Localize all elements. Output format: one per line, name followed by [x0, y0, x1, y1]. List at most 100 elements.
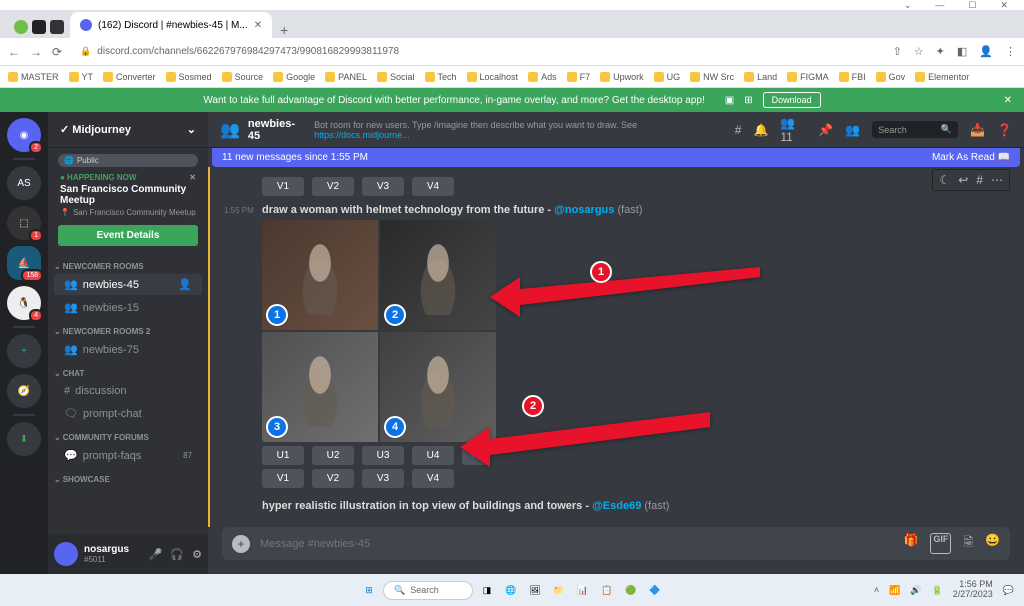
channel-prompt-faqs[interactable]: 💬 prompt-faqs87: [54, 445, 202, 466]
home-guild[interactable]: ◉2: [7, 118, 41, 152]
bookmark-item[interactable]: Converter: [103, 72, 156, 82]
v4-button[interactable]: V4: [412, 177, 454, 196]
close-tab-icon[interactable]: ✕: [254, 20, 262, 31]
more-icon[interactable]: ⋯: [991, 173, 1003, 187]
guild-icon-midjourney[interactable]: ⛵158: [7, 246, 41, 280]
task-view[interactable]: ◨: [477, 580, 497, 600]
bookmark-item[interactable]: Google: [273, 72, 315, 82]
app-icon[interactable]: 📊: [573, 580, 593, 600]
gif-icon[interactable]: GIF: [930, 533, 951, 554]
app-icon[interactable]: 🔷: [645, 580, 665, 600]
u2-button[interactable]: U2: [312, 446, 354, 465]
bookmark-item[interactable]: Elementor: [915, 72, 969, 82]
event-details-button[interactable]: Event Details: [58, 225, 198, 246]
bookmark-item[interactable]: Gov: [876, 72, 906, 82]
download-button[interactable]: ⬇: [7, 422, 41, 456]
category-header[interactable]: ⌄ NEWCOMER ROOMS 2: [48, 319, 208, 338]
bookmark-item[interactable]: FIGMA: [787, 72, 829, 82]
user-avatar[interactable]: [54, 542, 78, 566]
taskbar-search[interactable]: 🔍 Search: [383, 581, 473, 600]
channel-newbies-45[interactable]: 👥 newbies-45👤: [54, 274, 202, 295]
v3-button[interactable]: V3: [362, 469, 404, 488]
window-minimize[interactable]: ⌄: [904, 0, 912, 11]
notifications-icon[interactable]: 💬: [1003, 585, 1014, 596]
category-header[interactable]: ⌄ NEWCOMER ROOMS: [48, 254, 208, 273]
category-header[interactable]: ⌄ SHOWCASE: [48, 467, 208, 486]
new-tab-button[interactable]: +: [272, 22, 296, 38]
bookmark-item[interactable]: FBI: [839, 72, 866, 82]
window-maximize[interactable]: ☐: [968, 0, 976, 11]
explore-button[interactable]: 🧭: [7, 374, 41, 408]
guild-icon[interactable]: 🐧4: [7, 286, 41, 320]
sticker-icon[interactable]: 🗟: [963, 533, 973, 554]
v1-button[interactable]: V1: [262, 177, 304, 196]
channel-newbies-75[interactable]: 👥 newbies-75: [54, 339, 202, 360]
bookmark-item[interactable]: MASTER: [8, 72, 59, 82]
grid-image-4[interactable]: 4: [380, 332, 496, 442]
bookmark-item[interactable]: Tech: [425, 72, 457, 82]
reroll-button[interactable]: ⟳: [462, 446, 488, 465]
user-mention[interactable]: @Esde69: [592, 500, 641, 512]
search-input[interactable]: Search🔍: [872, 121, 958, 138]
v3-button[interactable]: V3: [362, 177, 404, 196]
mark-read-button[interactable]: Mark As Read 📖: [932, 152, 1010, 163]
help-icon[interactable]: ❓: [997, 123, 1012, 137]
settings-icon[interactable]: ⚙: [192, 548, 202, 561]
bookmark-item[interactable]: YT: [69, 72, 94, 82]
user-mention[interactable]: @nosargus: [554, 204, 614, 216]
app-icon[interactable]: 🖼: [525, 580, 545, 600]
bookmark-item[interactable]: Social: [377, 72, 415, 82]
v1-button[interactable]: V1: [262, 469, 304, 488]
share-icon[interactable]: ⇧: [893, 45, 902, 58]
inbox-icon[interactable]: 📥: [970, 123, 985, 137]
channel-newbies-15[interactable]: 👥 newbies-15: [54, 297, 202, 318]
image-grid[interactable]: 1 2 3 4: [262, 220, 496, 442]
bookmark-item[interactable]: Ads: [528, 72, 557, 82]
bookmark-item[interactable]: Source: [222, 72, 264, 82]
app-icon[interactable]: 📋: [597, 580, 617, 600]
bookmark-item[interactable]: NW Src: [690, 72, 734, 82]
bookmark-star-icon[interactable]: ☆: [914, 45, 924, 58]
bookmark-item[interactable]: Sosmed: [166, 72, 212, 82]
grid-image-3[interactable]: 3: [262, 332, 378, 442]
bookmark-item[interactable]: PANEL: [325, 72, 367, 82]
deafen-icon[interactable]: 🎧: [170, 548, 184, 561]
battery-icon[interactable]: 🔋: [932, 585, 943, 596]
mute-icon[interactable]: 🎤: [149, 548, 163, 561]
u3-button[interactable]: U3: [362, 446, 404, 465]
close-icon[interactable]: ✕: [189, 173, 196, 182]
clock[interactable]: 1:56 PM2/27/2023: [953, 580, 993, 600]
message-input[interactable]: + Message #newbies-45 🎁 GIF 🗟 😀: [222, 527, 1010, 560]
guild-icon[interactable]: AS: [7, 166, 41, 200]
browser-tab[interactable]: (162) Discord | #newbies-45 | M... ✕: [70, 12, 272, 38]
gift-icon[interactable]: 🎁: [903, 533, 918, 554]
channel-discussion[interactable]: # discussion: [54, 381, 202, 401]
category-header[interactable]: ⌄ COMMUNITY FORUMS: [48, 425, 208, 444]
category-header[interactable]: ⌄ CHAT: [48, 361, 208, 380]
back-button[interactable]: ←: [8, 45, 20, 59]
bookmark-item[interactable]: F7: [567, 72, 591, 82]
menu-icon[interactable]: ⋮: [1005, 45, 1016, 58]
forward-button[interactable]: →: [30, 45, 42, 59]
thread-icon[interactable]: #: [976, 173, 983, 187]
reload-button[interactable]: ⟳: [52, 45, 62, 59]
window-close[interactable]: ✕: [1000, 0, 1008, 11]
windows-icon[interactable]: ⊞: [744, 95, 752, 106]
reaction-icon[interactable]: ☾: [939, 173, 950, 187]
start-button[interactable]: ⊞: [359, 580, 379, 600]
members-icon[interactable]: 👥: [845, 123, 860, 137]
download-button[interactable]: Download: [763, 92, 821, 108]
reply-icon[interactable]: ↩: [958, 173, 968, 187]
profile-icon[interactable]: 👤: [979, 45, 993, 58]
pins-icon[interactable]: 📌: [818, 123, 833, 137]
android-icon[interactable]: ▣: [725, 95, 734, 106]
explorer-icon[interactable]: 📁: [549, 580, 569, 600]
server-header[interactable]: ✓ Midjourney⌄: [48, 112, 208, 148]
extensions-icon[interactable]: ✦: [936, 45, 945, 58]
bookmark-item[interactable]: Land: [744, 72, 777, 82]
v4-button[interactable]: V4: [412, 469, 454, 488]
window-minimize[interactable]: —: [935, 0, 944, 10]
emoji-icon[interactable]: 😀: [985, 533, 1000, 554]
bookmark-item[interactable]: Upwork: [600, 72, 644, 82]
notifications-icon[interactable]: 🔔: [753, 123, 768, 137]
